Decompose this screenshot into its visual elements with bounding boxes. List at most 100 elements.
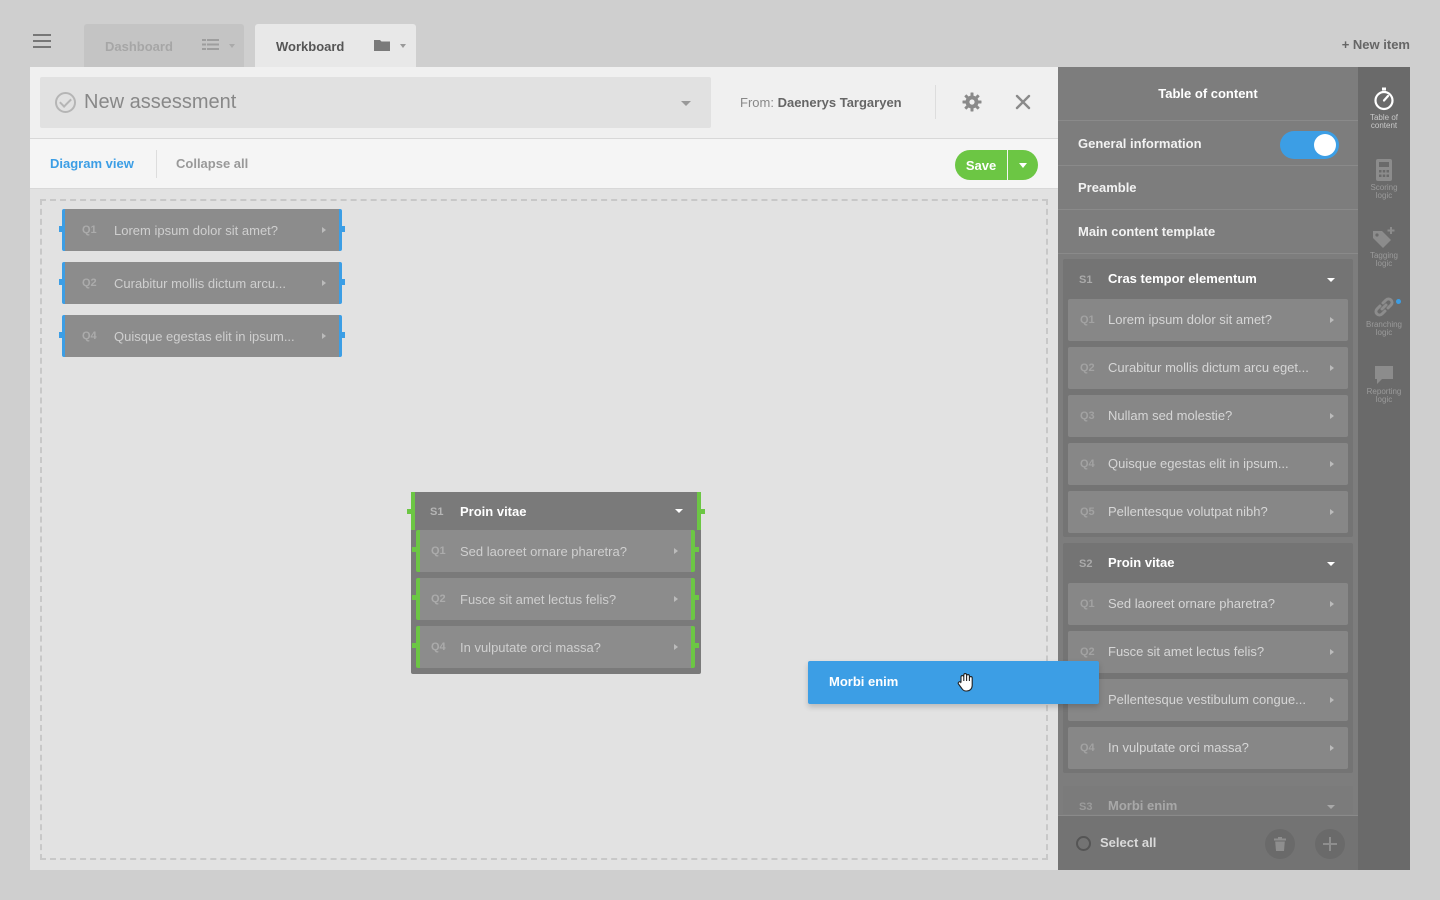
toc-section-list[interactable]: S1 Cras tempor elementum Q1 Lorem ipsum … bbox=[1058, 254, 1358, 814]
save-button-group: Save bbox=[955, 150, 1038, 180]
chevron-down-icon[interactable] bbox=[675, 509, 683, 513]
view-toolbar: Diagram view Collapse all Save bbox=[30, 139, 1058, 189]
chevron-down-icon[interactable] bbox=[1327, 278, 1335, 282]
rail-label: Table of content bbox=[1369, 113, 1399, 130]
select-all-radio[interactable] bbox=[1076, 836, 1091, 851]
chevron-right-icon[interactable] bbox=[674, 644, 678, 650]
toc-question-item[interactable]: Q4 In vulputate orci massa? bbox=[1068, 727, 1348, 769]
section-question-card[interactable]: Q4 In vulputate orci massa? bbox=[412, 626, 699, 668]
toc-section-header[interactable]: S2 Proin vitae bbox=[1063, 543, 1353, 583]
close-icon[interactable] bbox=[1014, 93, 1032, 111]
select-all-label[interactable]: Select all bbox=[1100, 835, 1156, 850]
chevron-down-icon[interactable] bbox=[1327, 805, 1335, 809]
toc-question-item[interactable]: Pellentesque vestibulum congue... bbox=[1068, 679, 1348, 721]
collapse-all-link[interactable]: Collapse all bbox=[176, 156, 248, 171]
diagram-view-link[interactable]: Diagram view bbox=[50, 156, 134, 171]
canvas-section-card[interactable]: S1 Proin vitae Q1 Sed laoreet ornare pha… bbox=[407, 492, 705, 674]
toc-section[interactable]: S1 Cras tempor elementum Q1 Lorem ipsum … bbox=[1063, 259, 1353, 537]
dragged-item-label: Morbi enim bbox=[829, 674, 899, 689]
toc-row-main-content-template[interactable]: Main content template bbox=[1058, 210, 1358, 254]
chevron-right-icon[interactable] bbox=[322, 227, 326, 233]
chevron-right-icon[interactable] bbox=[322, 333, 326, 339]
toc-section[interactable]: S2 Proin vitae Q1 Sed laoreet ornare pha… bbox=[1063, 543, 1353, 773]
section-number: S3 bbox=[1079, 801, 1093, 813]
dragged-section-item[interactable]: Morbi enim bbox=[808, 661, 1099, 704]
canvas-question-card[interactable]: Q4 Quisque egestas elit in ipsum... bbox=[59, 315, 345, 357]
toc-footer: Select all bbox=[1058, 815, 1358, 870]
diagram-canvas[interactable]: Q1 Lorem ipsum dolor sit amet? Q2 Curabi… bbox=[40, 199, 1048, 860]
chevron-down-icon[interactable] bbox=[681, 101, 691, 106]
check-circle-icon bbox=[55, 92, 76, 113]
chevron-right-icon[interactable] bbox=[1330, 745, 1334, 751]
question-number: Q1 bbox=[1080, 314, 1095, 326]
question-text: Quisque egestas elit in ipsum... bbox=[114, 328, 295, 344]
menu-icon[interactable] bbox=[33, 34, 51, 48]
assessment-title: New assessment bbox=[84, 91, 237, 113]
section-question-card[interactable]: Q1 Sed laoreet ornare pharetra? bbox=[412, 530, 699, 572]
assessment-title-field[interactable]: New assessment bbox=[40, 77, 711, 128]
question-text: Curabitur mollis dictum arcu... bbox=[114, 275, 286, 291]
chevron-down-icon[interactable] bbox=[1327, 562, 1335, 566]
question-text: In vulputate orci massa? bbox=[460, 639, 601, 655]
toc-question-item[interactable]: Q3 Nullam sed molestie? bbox=[1068, 395, 1348, 437]
question-text: Fusce sit amet lectus felis? bbox=[460, 591, 617, 607]
canvas-question-card[interactable]: Q1 Lorem ipsum dolor sit amet? bbox=[59, 209, 345, 251]
rail-item-scoring-logic[interactable]: Scoring logic bbox=[1358, 159, 1410, 223]
calculator-icon bbox=[1376, 159, 1392, 181]
section-header[interactable]: S1 Proin vitae bbox=[407, 492, 705, 530]
rail-item-table-of-content[interactable]: Table of content bbox=[1358, 87, 1410, 151]
section-title: Cras tempor elementum bbox=[1108, 271, 1257, 286]
toc-question-item[interactable]: Q5 Pellentesque volutpat nibh? bbox=[1068, 491, 1348, 533]
from-info: From: Daenerys Targaryen bbox=[740, 95, 902, 110]
toc-row-preamble[interactable]: Preamble bbox=[1058, 166, 1358, 210]
chevron-right-icon[interactable] bbox=[1330, 317, 1334, 323]
chevron-right-icon[interactable] bbox=[674, 548, 678, 554]
canvas-question-card[interactable]: Q2 Curabitur mollis dictum arcu... bbox=[59, 262, 345, 304]
rail-label: Branching logic bbox=[1365, 320, 1403, 337]
add-icon[interactable] bbox=[1315, 829, 1345, 859]
chevron-right-icon[interactable] bbox=[1330, 461, 1334, 467]
toc-question-item[interactable]: Q1 Sed laoreet ornare pharetra? bbox=[1068, 583, 1348, 625]
chevron-right-icon[interactable] bbox=[1330, 365, 1334, 371]
question-number: Q5 bbox=[1080, 506, 1095, 518]
chevron-right-icon[interactable] bbox=[1330, 697, 1334, 703]
save-options-dropdown[interactable] bbox=[1008, 150, 1038, 180]
question-number: Q1 bbox=[1080, 598, 1095, 610]
toc-row-label: Main content template bbox=[1078, 224, 1216, 239]
toc-question-item[interactable]: Q4 Quisque egestas elit in ipsum... bbox=[1068, 443, 1348, 485]
tab-dashboard[interactable]: Dashboard bbox=[84, 24, 244, 68]
toggle-knob bbox=[1314, 134, 1336, 156]
tab-workboard-label: Workboard bbox=[276, 38, 345, 54]
rail-label: Reporting logic bbox=[1366, 387, 1402, 404]
chevron-right-icon[interactable] bbox=[1330, 413, 1334, 419]
chevron-right-icon[interactable] bbox=[1330, 649, 1334, 655]
gear-icon[interactable] bbox=[962, 92, 982, 112]
toc-question-item[interactable]: Q2 Fusce sit amet lectus felis? bbox=[1068, 631, 1348, 673]
new-item-button[interactable]: + New item bbox=[1342, 37, 1410, 52]
rail-item-branching-logic[interactable]: Branching logic bbox=[1358, 296, 1410, 360]
tab-workboard[interactable]: Workboard bbox=[255, 24, 416, 68]
toc-question-item[interactable]: Q1 Lorem ipsum dolor sit amet? bbox=[1068, 299, 1348, 341]
question-number: Q4 bbox=[1080, 742, 1095, 754]
chevron-down-icon[interactable] bbox=[400, 44, 406, 48]
rail-item-tagging-logic[interactable]: Tagging logic bbox=[1358, 227, 1410, 291]
rail-item-reporting-logic[interactable]: Reporting logic bbox=[1358, 365, 1410, 429]
folder-icon bbox=[374, 39, 390, 51]
section-title: Proin vitae bbox=[460, 504, 527, 519]
question-number: Q1 bbox=[82, 224, 97, 236]
toc-question-item[interactable]: Q2 Curabitur mollis dictum arcu eget... bbox=[1068, 347, 1348, 389]
question-text: Lorem ipsum dolor sit amet? bbox=[1108, 312, 1273, 327]
chevron-right-icon[interactable] bbox=[1330, 509, 1334, 515]
save-button[interactable]: Save bbox=[955, 150, 1007, 180]
toc-row-label: General information bbox=[1078, 136, 1202, 151]
section-question-card[interactable]: Q2 Fusce sit amet lectus felis? bbox=[412, 578, 699, 620]
toc-section-header[interactable]: S1 Cras tempor elementum bbox=[1063, 259, 1353, 299]
toc-section-header[interactable]: S3 Morbi enim bbox=[1063, 786, 1353, 814]
chevron-right-icon[interactable] bbox=[322, 280, 326, 286]
chevron-right-icon[interactable] bbox=[674, 596, 678, 602]
general-information-toggle[interactable] bbox=[1280, 131, 1339, 159]
assessment-header: New assessment From: Daenerys Targaryen bbox=[30, 67, 1058, 139]
trash-icon[interactable] bbox=[1265, 829, 1295, 859]
chevron-right-icon[interactable] bbox=[1330, 601, 1334, 607]
chevron-down-icon[interactable] bbox=[229, 44, 235, 48]
